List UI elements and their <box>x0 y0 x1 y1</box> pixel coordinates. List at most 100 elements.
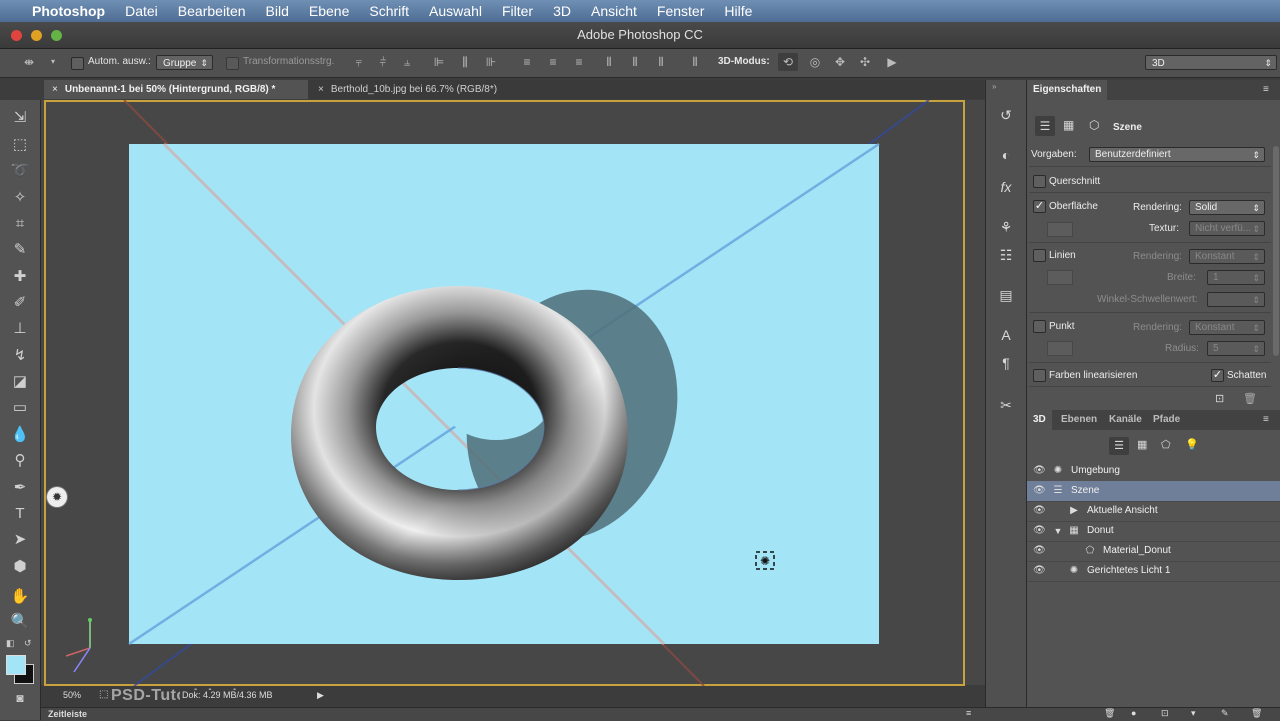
properties-scrollbar[interactable] <box>1273 146 1279 356</box>
hand-tool-icon[interactable]: ✋ <box>8 587 32 607</box>
brush-presets-icon[interactable]: ⚘ <box>996 217 1016 237</box>
tab-ebenen[interactable]: Ebenen <box>1055 410 1103 430</box>
close-tab-icon[interactable]: × <box>52 84 58 95</box>
visibility-eye-icon[interactable]: 👁 <box>1033 565 1046 577</box>
default-colors-icon[interactable]: ◧ <box>6 638 15 649</box>
history-icon[interactable]: ↺ <box>996 105 1016 125</box>
sliders-icon[interactable]: ☷ <box>996 245 1016 265</box>
tab-document-2[interactable]: × Berthold_10b.jpg bei 66.7% (RGB/8*) <box>310 80 570 99</box>
orbit-3d-icon[interactable]: ⟲ <box>778 53 798 71</box>
status-menu-arrow-icon[interactable]: ▶ <box>317 690 324 701</box>
layer-row-szene[interactable]: 👁 ☰ Szene <box>1027 481 1280 502</box>
magic-wand-tool-icon[interactable]: ✧ <box>8 188 32 208</box>
auto-select-checkbox[interactable] <box>71 57 84 70</box>
lasso-tool-icon[interactable]: ➰ <box>8 161 32 181</box>
visibility-eye-icon[interactable]: 👁 <box>1033 505 1046 517</box>
styles-icon[interactable]: fx <box>996 177 1016 197</box>
transform-controls-checkbox[interactable] <box>226 57 239 70</box>
align-right-icon[interactable]: ⊪ <box>484 55 498 69</box>
pen-tool-icon[interactable]: ✒ <box>8 478 32 498</box>
point-rendering-dropdown[interactable]: Konstant <box>1189 320 1265 335</box>
menu-fenster[interactable]: Fenster <box>657 3 704 19</box>
quick-mask-icon[interactable]: ◙ <box>8 688 32 708</box>
new-object-icon[interactable]: ⊡ <box>1161 708 1169 719</box>
paragraph-icon[interactable]: ¶ <box>996 353 1016 373</box>
align-hcenter-icon[interactable]: ⫼ <box>458 55 472 69</box>
tab-3d[interactable]: 3D <box>1027 410 1052 430</box>
visibility-eye-icon[interactable]: 👁 <box>1033 545 1046 557</box>
distribute-hcenter-icon[interactable]: ⦀ <box>628 55 642 69</box>
adjustments-icon[interactable]: ◐ <box>996 145 1016 165</box>
align-vcenter-icon[interactable]: ⫩ <box>376 55 390 69</box>
menu-bild[interactable]: Bild <box>266 3 289 19</box>
roll-3d-icon[interactable]: ◎ <box>808 55 822 69</box>
marquee-tool-icon[interactable]: ⬚ <box>8 135 32 155</box>
menu-ebene[interactable]: Ebene <box>309 3 349 19</box>
panel-menu-icon[interactable]: ≡ <box>1263 414 1269 425</box>
align-bottom-icon[interactable]: ⫨ <box>400 55 414 69</box>
canvas-scene[interactable]: ✺ <box>44 100 965 686</box>
cross-section-checkbox[interactable] <box>1033 175 1046 188</box>
tab-kanaele[interactable]: Kanäle <box>1103 410 1148 430</box>
zoom-window-button[interactable] <box>51 30 62 41</box>
pan-3d-icon[interactable]: ✥ <box>833 55 847 69</box>
menu-datei[interactable]: Datei <box>125 3 158 19</box>
dodge-tool-icon[interactable]: ⚲ <box>8 451 32 471</box>
auto-align-icon[interactable]: ⦀ <box>688 55 702 69</box>
delete-icon[interactable]: 🗑 <box>1104 708 1115 719</box>
strip-collapse-icon[interactable]: » <box>992 82 996 91</box>
character-icon[interactable]: A <box>996 325 1016 345</box>
align-left-icon[interactable]: ⊫ <box>432 55 446 69</box>
render-icon[interactable]: ▾ <box>1191 708 1196 719</box>
move-tool-icon[interactable]: ⇲ <box>8 108 32 128</box>
tools-presets-icon[interactable]: ✂ <box>996 395 1016 415</box>
doc-info-icon[interactable]: ⬚ <box>99 689 108 700</box>
timeline-label[interactable]: Zeitleiste <box>48 709 87 719</box>
align-top-icon[interactable]: ⫧ <box>352 55 366 69</box>
distribute-left-icon[interactable]: ⦀ <box>602 55 616 69</box>
zoom-tool-icon[interactable]: 🔍 <box>8 612 32 632</box>
surface-color-swatch[interactable] <box>1047 222 1073 237</box>
meshes-filter-icon[interactable]: ▦ <box>1137 438 1147 451</box>
lines-color-swatch[interactable] <box>1047 270 1073 285</box>
eyedropper-tool-icon[interactable]: ✎ <box>8 240 32 260</box>
light-indicator-icon[interactable]: ✹ <box>47 487 67 507</box>
path-selection-tool-icon[interactable]: ➤ <box>8 530 32 550</box>
axis-gizmo[interactable] <box>65 618 92 673</box>
surface-checkbox[interactable]: ✓ <box>1033 200 1046 213</box>
clone-stamp-tool-icon[interactable]: ⊥ <box>8 319 32 339</box>
blur-tool-icon[interactable]: 💧 <box>8 425 32 445</box>
lights-filter-icon[interactable]: 💡 <box>1185 438 1199 451</box>
render-icon[interactable]: ⊡ <box>1215 392 1224 405</box>
lines-checkbox[interactable] <box>1033 249 1046 262</box>
cube-icon[interactable]: ⬡ <box>1089 118 1099 132</box>
clone-source-icon[interactable]: ▤ <box>996 285 1016 305</box>
point-color-swatch[interactable] <box>1047 341 1073 356</box>
tool-preset-chevron-icon[interactable]: ▾ <box>46 55 60 69</box>
menu-hilfe[interactable]: Hilfe <box>724 3 752 19</box>
distribute-right-icon[interactable]: ⦀ <box>654 55 668 69</box>
menu-schrift[interactable]: Schrift <box>369 3 409 19</box>
render-settings-icon[interactable]: ▦ <box>1063 118 1074 132</box>
materials-filter-icon[interactable]: ⬠ <box>1161 438 1171 451</box>
shape-tool-icon[interactable]: ⬢ <box>8 557 32 577</box>
layer-row-umgebung[interactable]: 👁 ✺ Umgebung <box>1027 461 1280 482</box>
tab-document-1[interactable]: × Unbenannt-1 bei 50% (Hintergrund, RGB/8… <box>44 80 308 99</box>
surface-rendering-dropdown[interactable]: Solid <box>1189 200 1265 215</box>
layer-row-donut[interactable]: 👁 ▼ ▦ Donut <box>1027 521 1280 542</box>
tab-properties[interactable]: Eigenschaften <box>1027 80 1108 100</box>
menu-auswahl[interactable]: Auswahl <box>429 3 482 19</box>
visibility-eye-icon[interactable]: 👁 <box>1033 465 1046 477</box>
foreground-color-swatch[interactable] <box>6 655 26 675</box>
disclosure-triangle-icon[interactable]: ▼ <box>1051 524 1065 538</box>
timeline-menu-icon[interactable]: ≡ <box>966 708 971 718</box>
menu-filter[interactable]: Filter <box>502 3 533 19</box>
filter-icon[interactable]: ✎ <box>1221 708 1229 719</box>
move-tool-icon[interactable]: ⇼ <box>22 55 36 69</box>
tab-pfade[interactable]: Pfade <box>1147 410 1186 430</box>
workspace-dropdown[interactable]: 3D <box>1145 55 1277 71</box>
scene-tab-icon[interactable]: ☰ <box>1035 116 1055 136</box>
brush-tool-icon[interactable]: ✐ <box>8 293 32 313</box>
slide-3d-icon[interactable]: ✣ <box>858 55 872 69</box>
distribute-vcenter-icon[interactable]: ≡ <box>546 55 560 69</box>
